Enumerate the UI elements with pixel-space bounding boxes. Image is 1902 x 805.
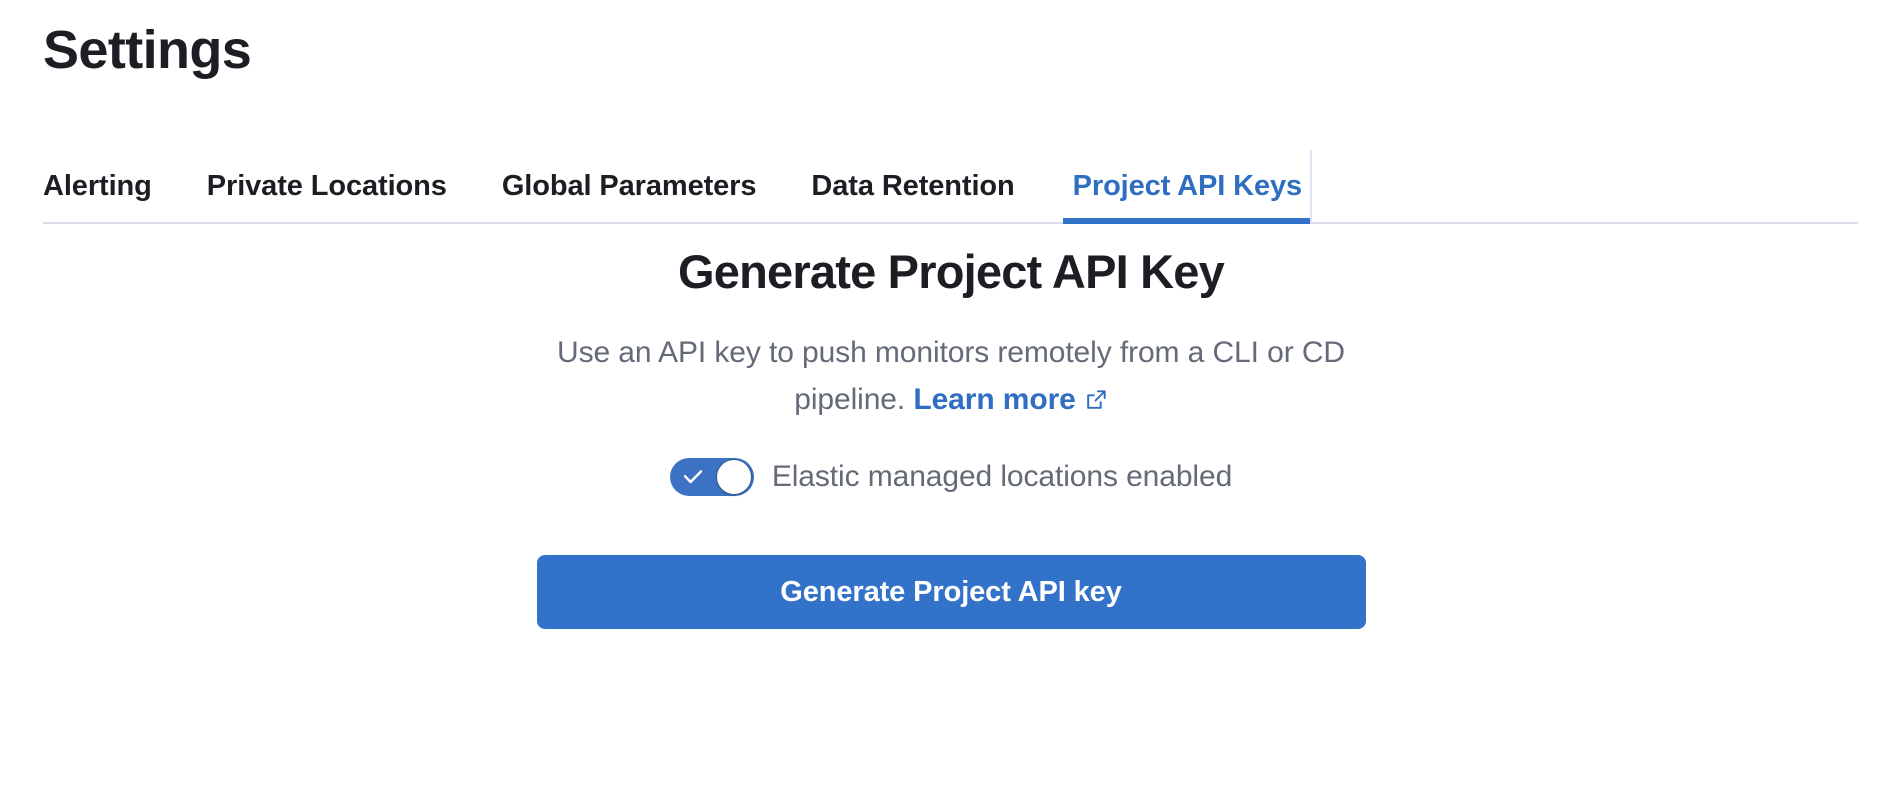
tab-private-locations[interactable]: Private Locations	[207, 150, 447, 222]
learn-more-label: Learn more	[913, 383, 1076, 416]
generate-button-container: Generate Project API key	[0, 555, 1902, 629]
learn-more-link[interactable]: Learn more	[913, 383, 1107, 416]
elastic-managed-locations-label[interactable]: Elastic managed locations enabled	[772, 460, 1232, 494]
settings-tab-bar: Alerting Private Locations Global Parame…	[43, 150, 1858, 224]
generate-api-key-panel: Generate Project API Key Use an API key …	[0, 243, 1902, 629]
tab-private-locations-label: Private Locations	[206, 169, 447, 202]
page-title: Settings	[43, 20, 252, 80]
tab-global-parameters-label: Global Parameters	[501, 169, 757, 202]
tab-data-retention[interactable]: Data Retention	[811, 150, 1014, 222]
panel-description: Use an API key to push monitors remotely…	[536, 329, 1366, 423]
tab-global-parameters[interactable]: Global Parameters	[502, 150, 757, 222]
panel-heading: Generate Project API Key	[678, 245, 1225, 298]
panel-description-line1: Use an API key to push monitors remotely…	[557, 336, 1294, 369]
tab-project-api-keys-label: Project API Keys	[1072, 169, 1303, 202]
toggle-knob	[716, 460, 751, 494]
check-icon	[682, 467, 704, 487]
external-link-icon	[1085, 388, 1108, 411]
tab-project-api-keys[interactable]: Project API Keys	[1062, 150, 1313, 224]
elastic-managed-locations-toggle[interactable]	[669, 458, 754, 496]
generate-project-api-key-button[interactable]: Generate Project API key	[536, 555, 1366, 629]
tab-data-retention-label: Data Retention	[811, 169, 1015, 202]
tab-alerting[interactable]: Alerting	[43, 150, 152, 222]
elastic-managed-locations-row: Elastic managed locations enabled	[0, 458, 1902, 496]
tab-alerting-label: Alerting	[43, 169, 152, 202]
